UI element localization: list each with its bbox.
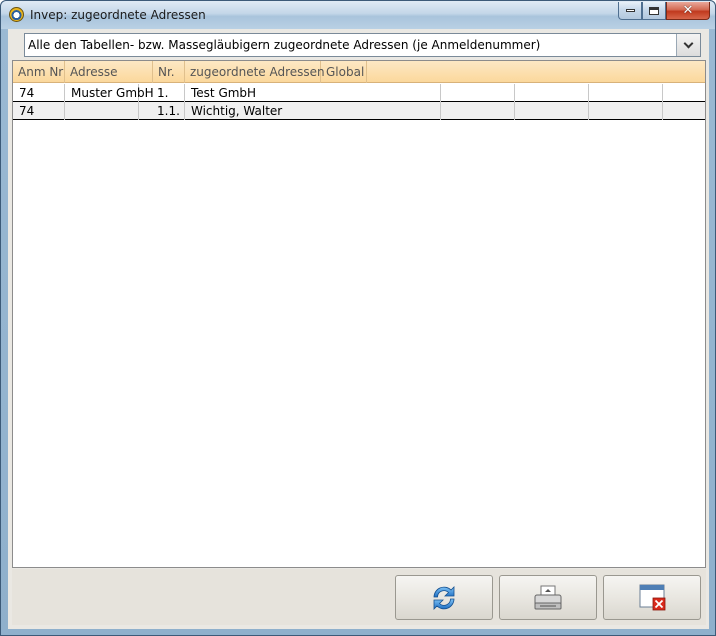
print-icon — [534, 585, 562, 609]
filter-dropdown[interactable]: Alle den Tabellen- bzw. Massegläubigern … — [24, 33, 701, 57]
cell-anm-nr: 74 — [13, 84, 65, 102]
close-icon: ✕ — [682, 3, 694, 18]
minimize-icon — [625, 9, 635, 12]
column-header-nr[interactable]: Nr. — [153, 61, 185, 83]
window-title: Invep: zugeordnete Adressen — [30, 8, 206, 22]
column-header-adresse[interactable]: Adresse — [65, 61, 153, 83]
table-row[interactable]: 74 1.1. Wichtig, Walter — [13, 102, 705, 120]
cell-empty — [663, 102, 705, 120]
cell-empty — [589, 84, 663, 102]
filter-dropdown-value: Alle den Tabellen- bzw. Massegläubigern … — [28, 38, 541, 52]
cell-anm-nr: 74 — [13, 102, 65, 120]
address-table[interactable]: Anm Nr Adresse Nr. zugeordnete Adressen … — [12, 60, 706, 568]
cell-zugeordnete-adressen: Wichtig, Walter — [185, 102, 441, 120]
maximize-icon — [649, 6, 659, 15]
window-close-button[interactable]: ✕ — [666, 2, 710, 20]
column-header-zugeordnete-adressen[interactable]: zugeordnete Adressen — [185, 61, 325, 83]
close-window-icon — [639, 584, 666, 610]
cell-adresse — [65, 102, 139, 120]
table-header: Anm Nr Adresse Nr. zugeordnete Adressen … — [13, 61, 705, 83]
app-window: Invep: zugeordnete Adressen ✕ Alle den T… — [0, 0, 716, 636]
filter-dropdown-button[interactable] — [676, 34, 700, 56]
cell-empty — [515, 84, 589, 102]
refresh-button[interactable] — [395, 575, 493, 620]
cell-global — [441, 84, 515, 102]
cell-adresse: Muster GmbH — [65, 84, 154, 102]
minimize-button[interactable] — [618, 2, 642, 20]
app-logo-icon — [9, 7, 24, 22]
maximize-button[interactable] — [642, 2, 666, 20]
cell-nr: 1. — [139, 84, 185, 102]
column-header-global[interactable]: Global — [321, 61, 367, 83]
cell-zugeordnete-adressen: Test GmbH — [185, 84, 441, 102]
cell-global — [441, 102, 515, 120]
chevron-down-icon — [683, 38, 694, 48]
cell-empty — [589, 102, 663, 120]
cell-empty — [515, 102, 589, 120]
column-header-anm-nr[interactable]: Anm Nr — [13, 61, 65, 83]
client-area: Alle den Tabellen- bzw. Massegläubigern … — [8, 29, 709, 629]
print-button[interactable] — [499, 575, 597, 620]
cell-empty — [663, 84, 705, 102]
title-bar[interactable]: Invep: zugeordnete Adressen ✕ — [1, 1, 715, 29]
table-row[interactable]: 74 Muster GmbH 1. Test GmbH — [13, 84, 705, 102]
button-bar — [12, 569, 706, 625]
close-dialog-button[interactable] — [603, 575, 701, 620]
refresh-icon — [433, 585, 455, 610]
cell-nr: 1.1. — [139, 102, 185, 120]
